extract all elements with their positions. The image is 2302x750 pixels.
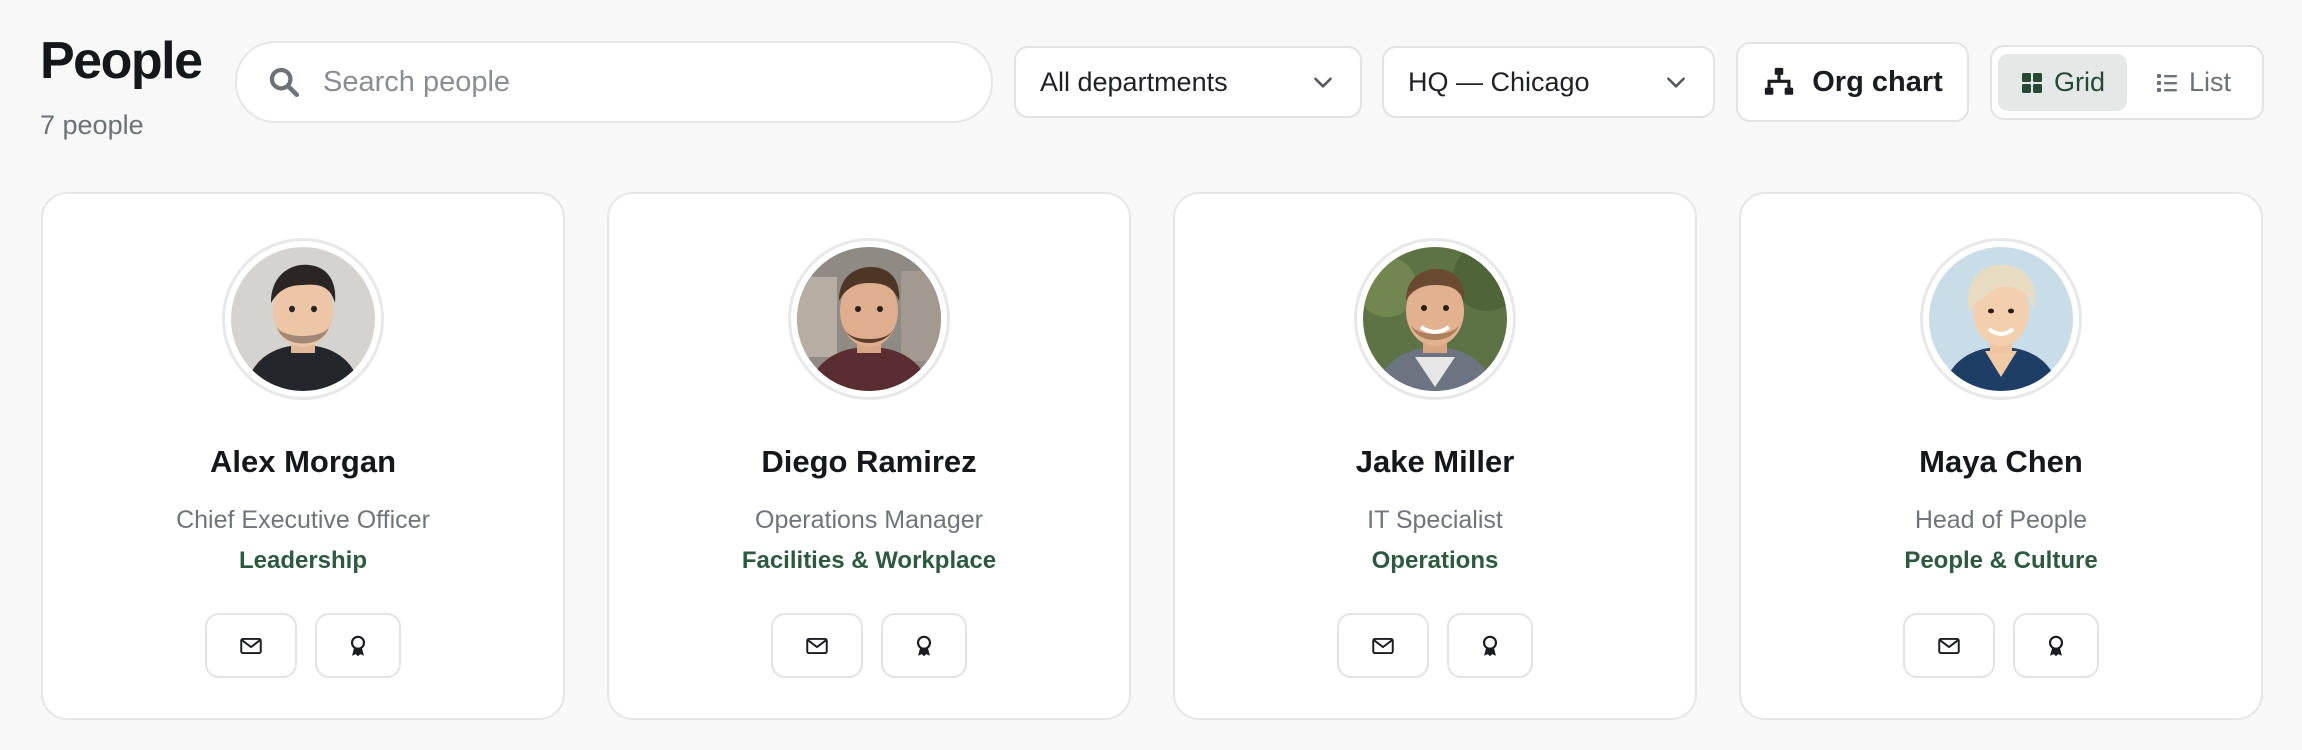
- person-title: Chief Executive Officer: [176, 506, 430, 534]
- card-actions: [205, 613, 401, 678]
- recognize-button[interactable]: [315, 613, 401, 678]
- person-name: Alex Morgan: [209, 444, 397, 479]
- department-filter[interactable]: All departments: [1014, 46, 1362, 118]
- mail-icon: [240, 637, 262, 654]
- org-chart-label: Org chart: [1812, 65, 1943, 98]
- avatar-photo: [797, 247, 941, 391]
- people-page: People 7 people All departments HQ — Chi…: [0, 0, 2302, 750]
- person-department: Facilities & Workplace: [741, 547, 997, 574]
- person-name: Maya Chen: [1919, 444, 2083, 479]
- recognize-button[interactable]: [881, 613, 967, 678]
- list-view-label: List: [2189, 67, 2232, 97]
- location-filter[interactable]: HQ — Chicago: [1382, 46, 1715, 118]
- people-count: 7 people: [40, 110, 144, 140]
- avatar-photo: [231, 247, 375, 391]
- avatar: [1920, 238, 2082, 400]
- person-department: Leadership: [238, 547, 368, 574]
- avatar: [1354, 238, 1516, 400]
- view-toggle: Grid List: [1990, 45, 2264, 120]
- search-icon: [269, 67, 300, 98]
- email-button[interactable]: [1337, 613, 1429, 678]
- mail-icon: [1372, 637, 1394, 654]
- org-chart-icon: [1765, 67, 1794, 95]
- person-card[interactable]: Jake Miller IT Specialist Operations: [1173, 192, 1697, 720]
- title-block: People 7 people: [40, 30, 203, 141]
- person-title: IT Specialist: [1367, 506, 1503, 534]
- avatar-photo: [1363, 247, 1507, 391]
- avatar: [788, 238, 950, 400]
- department-filter-value: All departments: [1040, 66, 1228, 97]
- list-icon: [2157, 73, 2178, 92]
- page-title: People: [40, 32, 203, 90]
- person-department: People & Culture: [1904, 547, 2098, 574]
- chevron-down-icon: [1314, 77, 1332, 88]
- grid-view-button[interactable]: Grid: [1998, 54, 2128, 111]
- recognize-button[interactable]: [1447, 613, 1533, 678]
- grid-icon: [2022, 72, 2042, 93]
- mail-icon: [806, 637, 828, 654]
- chevron-down-icon: [1667, 77, 1685, 88]
- recognize-button[interactable]: [2013, 613, 2099, 678]
- person-title: Operations Manager: [755, 506, 983, 534]
- person-department: Operations: [1371, 547, 1499, 574]
- mail-icon: [1938, 637, 1960, 654]
- grid-view-label: Grid: [2054, 67, 2106, 97]
- person-card[interactable]: Maya Chen Head of People People & Cultur…: [1739, 192, 2263, 720]
- person-name: Diego Ramirez: [761, 444, 977, 479]
- award-icon: [350, 635, 366, 656]
- search-box[interactable]: [235, 41, 993, 123]
- award-icon: [1482, 635, 1498, 656]
- org-chart-button[interactable]: Org chart: [1736, 42, 1969, 122]
- person-name: Jake Miller: [1355, 444, 1515, 479]
- person-card[interactable]: Alex Morgan Chief Executive Officer Lead…: [41, 192, 565, 720]
- award-icon: [916, 635, 932, 656]
- location-filter-value: HQ — Chicago: [1408, 66, 1590, 97]
- email-button[interactable]: [1903, 613, 1995, 678]
- person-title: Head of People: [1914, 506, 2088, 534]
- award-icon: [2048, 635, 2064, 656]
- card-actions: [771, 613, 967, 678]
- card-actions: [1903, 613, 2099, 678]
- avatar-photo: [1929, 247, 2073, 391]
- search-input[interactable]: [323, 65, 963, 99]
- list-view-button[interactable]: List: [2133, 54, 2253, 111]
- email-button[interactable]: [771, 613, 863, 678]
- people-grid: Alex Morgan Chief Executive Officer Lead…: [41, 192, 2263, 720]
- person-card[interactable]: Diego Ramirez Operations Manager Facilit…: [607, 192, 1131, 720]
- email-button[interactable]: [205, 613, 297, 678]
- card-actions: [1337, 613, 1533, 678]
- avatar: [222, 238, 384, 400]
